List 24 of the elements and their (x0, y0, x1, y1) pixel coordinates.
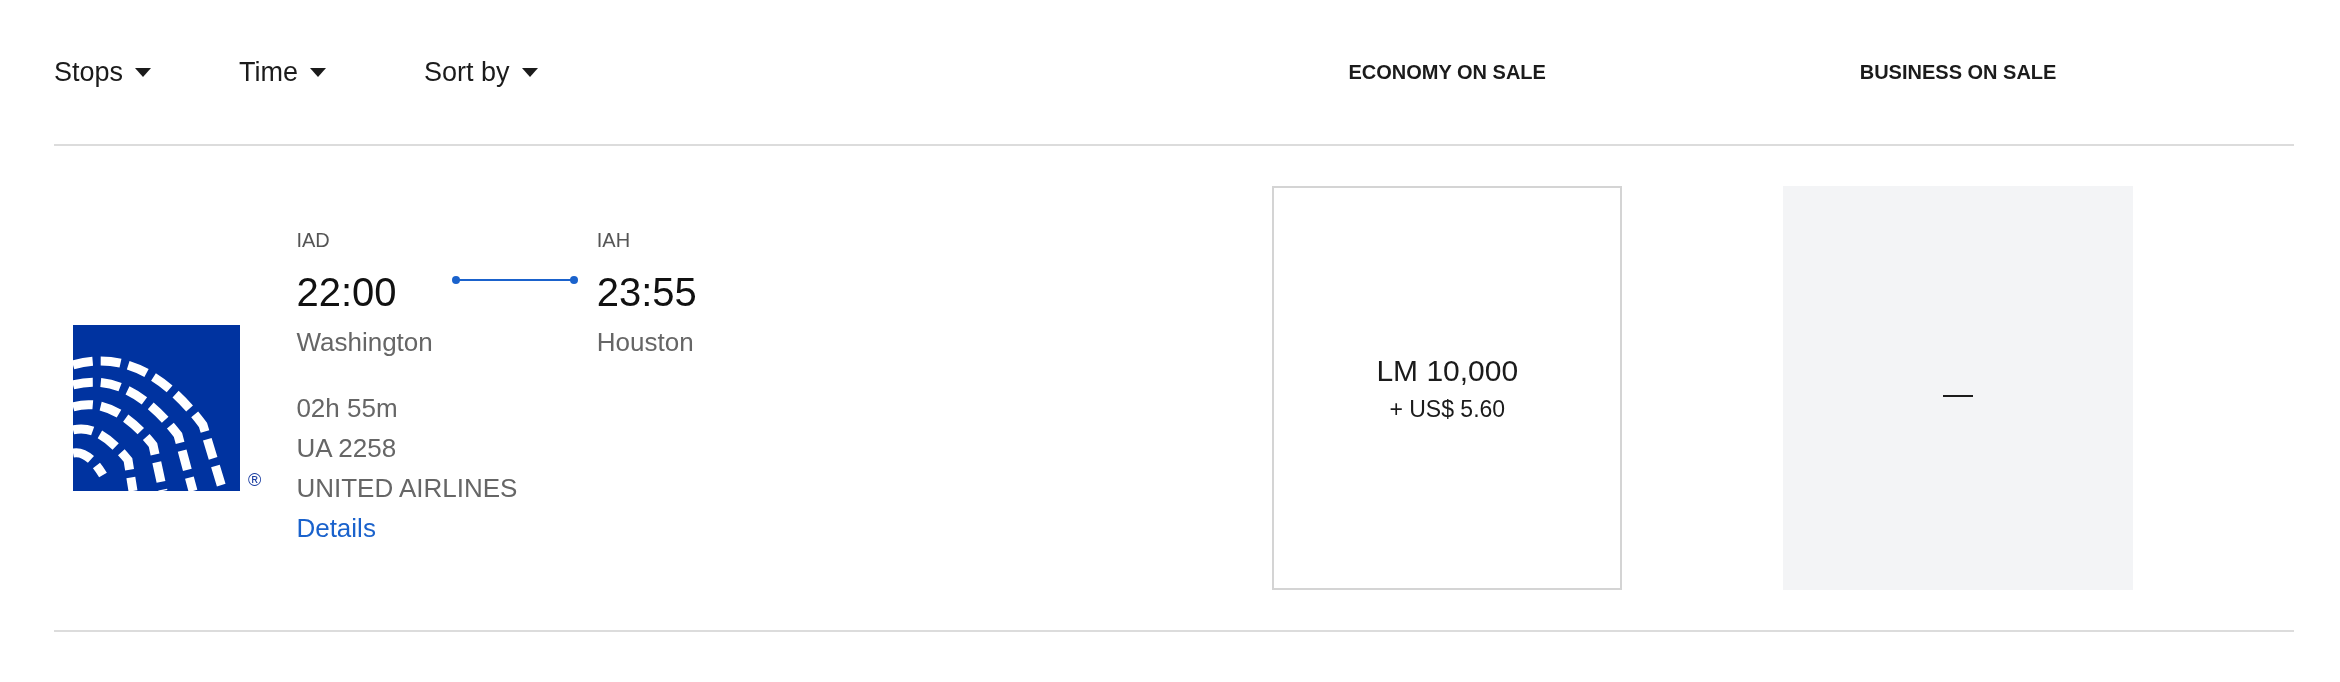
caret-icon (135, 67, 152, 77)
city-name: Washington (296, 326, 433, 358)
filter-dropdown[interactable]: Stops (54, 56, 239, 88)
arrival-time: 23:55 (596, 269, 697, 315)
fare-miles: LM 10,000 (1376, 353, 1519, 388)
city-name: Houston (596, 326, 695, 358)
registered-mark: ® (248, 470, 262, 491)
departure-time: 22:00 (296, 269, 398, 315)
airline-name: UNITED AIRLINES (296, 471, 519, 505)
caret-icon (310, 67, 326, 77)
airport-code: IAH (596, 228, 632, 252)
filter-dropdown[interactable]: Sort by (424, 56, 609, 88)
details-link[interactable]: Details (296, 507, 376, 548)
caret-icon (521, 67, 538, 77)
route-line-icon (450, 274, 579, 285)
airport-code: IAD (296, 228, 331, 252)
flight-duration: 02h 55m (296, 391, 399, 425)
column-header: BUSINESS ON SALE (1859, 60, 2057, 84)
fare-card[interactable]: LM 10,000 + US$ 5.60 (1272, 186, 1623, 590)
filter-dropdown[interactable]: Time (239, 56, 424, 88)
unavailable-dash: — (1943, 377, 1974, 411)
flight-number: UA 2258 (296, 431, 398, 465)
column-header: ECONOMY ON SALE (1348, 60, 1546, 84)
fare-tax: + US$ 5.60 (1389, 395, 1506, 423)
